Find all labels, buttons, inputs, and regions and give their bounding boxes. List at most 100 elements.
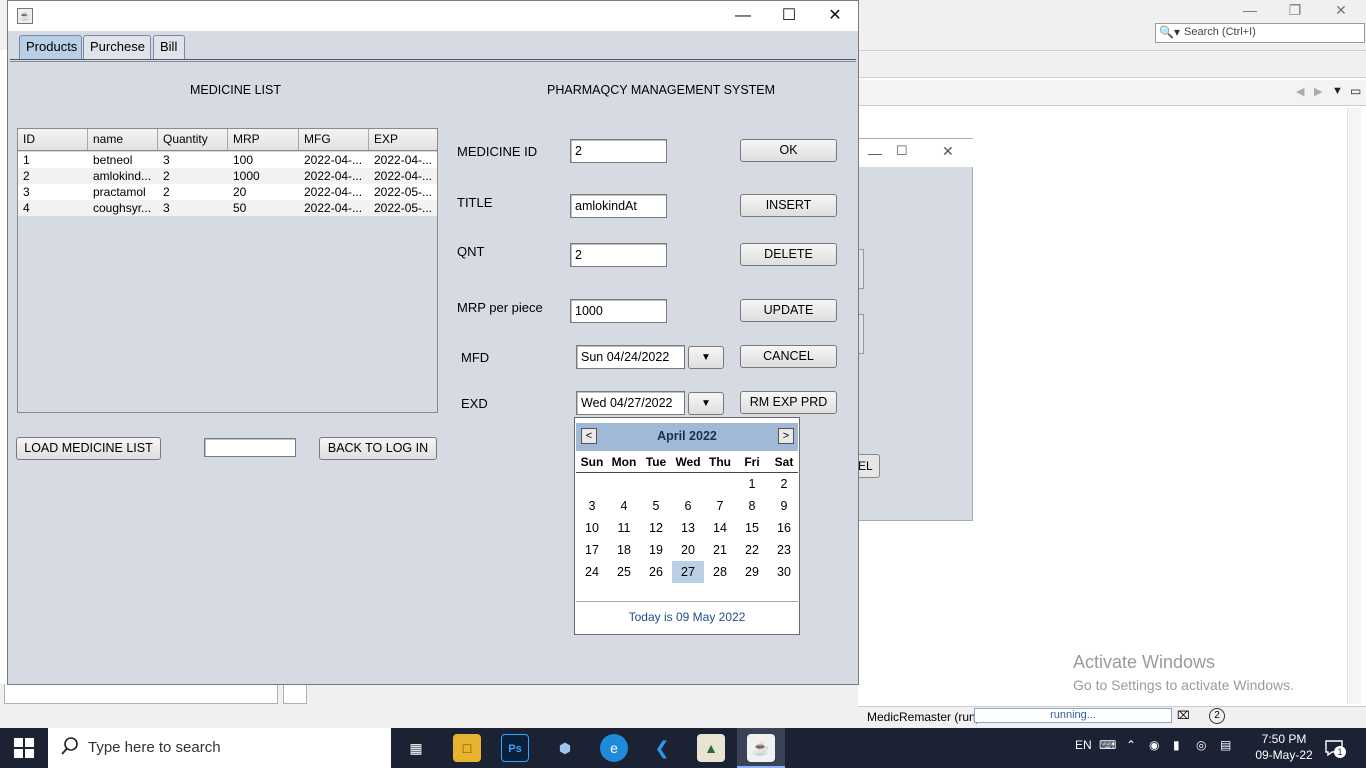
ide-minimize-button[interactable]: —: [1235, 2, 1265, 18]
calendar-day[interactable]: 16: [768, 517, 800, 539]
background-dialog-button[interactable]: EL: [858, 454, 880, 478]
window-minimize-button[interactable]: —: [720, 1, 766, 31]
calendar-day-selected[interactable]: 27: [672, 561, 704, 583]
tab-list-icon[interactable]: ▼: [1332, 85, 1343, 97]
calendar-day[interactable]: 30: [768, 561, 800, 583]
table-row[interactable]: 2 amlokind... 2 1000 2022-04-... 2022-04…: [18, 168, 437, 184]
window-close-button[interactable]: ✕: [812, 1, 858, 31]
calendar-day[interactable]: 29: [736, 561, 768, 583]
calendar-day[interactable]: 28: [704, 561, 736, 583]
calendar-day[interactable]: 10: [576, 517, 608, 539]
column-header-mrp[interactable]: MRP: [228, 129, 299, 150]
tab-products[interactable]: Products: [19, 35, 82, 59]
calendar-day[interactable]: 14: [704, 517, 736, 539]
calendar-day[interactable]: 18: [608, 539, 640, 561]
dialog-minimize-icon[interactable]: —: [868, 145, 882, 161]
calendar-day[interactable]: 24: [576, 561, 608, 583]
calendar-day[interactable]: 1: [736, 473, 768, 495]
calendar-day[interactable]: 15: [736, 517, 768, 539]
calendar-day[interactable]: 12: [640, 517, 672, 539]
calendar-day[interactable]: 17: [576, 539, 608, 561]
calendar-day[interactable]: 11: [608, 517, 640, 539]
delete-button[interactable]: DELETE: [740, 243, 837, 266]
today-button[interactable]: Today is 09 May 2022: [575, 610, 799, 624]
mrp-field[interactable]: 1000: [570, 299, 667, 323]
ide-search-input[interactable]: 🔍▾ Search (Ctrl+I): [1155, 23, 1365, 43]
table-row[interactable]: 4 coughsyr... 3 50 2022-04-... 2022-05-.…: [18, 200, 437, 216]
calendar-day[interactable]: 22: [736, 539, 768, 561]
ide-notifications-badge[interactable]: 2: [1209, 708, 1225, 724]
calendar-day[interactable]: 5: [640, 495, 672, 517]
calendar-day[interactable]: 20: [672, 539, 704, 561]
edge-browser-icon[interactable]: e: [600, 734, 628, 762]
calendar-day[interactable]: 7: [704, 495, 736, 517]
calendar-day[interactable]: 13: [672, 517, 704, 539]
exd-dropdown-button[interactable]: ▼: [688, 392, 724, 415]
tab-scroll-left-icon[interactable]: ◀: [1296, 85, 1304, 98]
windows-start-icon[interactable]: [14, 738, 34, 758]
volume-icon[interactable]: ▤: [1220, 738, 1231, 752]
calendar-day[interactable]: 9: [768, 495, 800, 517]
dialog-close-icon[interactable]: ✕: [942, 143, 954, 160]
battery-icon[interactable]: ▮: [1173, 738, 1180, 752]
photoshop-icon[interactable]: Ps: [501, 734, 529, 762]
remove-expired-products-button[interactable]: RM EXP PRD: [740, 391, 837, 414]
column-header-exp[interactable]: EXP: [369, 129, 437, 150]
calendar-day[interactable]: 26: [640, 561, 672, 583]
ok-button[interactable]: OK: [740, 139, 837, 162]
tab-purchese[interactable]: Purchese: [83, 35, 151, 59]
mfd-dropdown-button[interactable]: ▼: [688, 346, 724, 369]
next-month-button[interactable]: >: [778, 428, 794, 444]
file-explorer-icon[interactable]: □: [453, 734, 481, 762]
stop-task-icon[interactable]: ⌧: [1177, 709, 1190, 722]
calendar-day[interactable]: 3: [576, 495, 608, 517]
back-to-login-button[interactable]: BACK TO LOG IN: [319, 437, 437, 460]
photos-icon[interactable]: ▲: [697, 734, 725, 762]
table-row[interactable]: 3 practamol 2 20 2022-04-... 2022-05-...: [18, 184, 437, 200]
meet-now-icon[interactable]: ◉: [1149, 738, 1159, 752]
calendar-day[interactable]: 8: [736, 495, 768, 517]
cancel-button[interactable]: CANCEL: [740, 345, 837, 368]
3d-app-icon[interactable]: ⬢: [551, 734, 579, 762]
column-header-id[interactable]: ID: [18, 129, 88, 150]
task-view-icon[interactable]: ▦: [402, 734, 430, 762]
date-picker-popup[interactable]: < April 2022 > Sun Mon Tue Wed Thu Fri S…: [574, 417, 800, 635]
calendar-day[interactable]: 21: [704, 539, 736, 561]
load-medicine-list-button[interactable]: LOAD MEDICINE LIST: [16, 437, 161, 460]
calendar-day[interactable]: 25: [608, 561, 640, 583]
window-maximize-button[interactable]: ☐: [766, 1, 812, 31]
column-header-mfg[interactable]: MFG: [299, 129, 369, 150]
column-header-name[interactable]: name: [88, 129, 158, 150]
exd-date-field[interactable]: Wed 04/27/2022: [576, 391, 685, 415]
medicine-table[interactable]: ID name Quantity MRP MFG EXP 1 betneol 3…: [17, 128, 438, 413]
taskbar-clock[interactable]: 7:50 PM 09-May-22: [1245, 731, 1323, 763]
notification-center-icon[interactable]: 1: [1324, 738, 1346, 758]
calendar-day[interactable]: 4: [608, 495, 640, 517]
mfd-date-field[interactable]: Sun 04/24/2022: [576, 345, 685, 369]
taskbar-search-box[interactable]: Type here to search: [48, 728, 391, 768]
medicine-id-field[interactable]: 2: [570, 139, 667, 163]
calendar-day[interactable]: 23: [768, 539, 800, 561]
column-header-quantity[interactable]: Quantity: [158, 129, 228, 150]
bottom-text-field[interactable]: [204, 438, 296, 457]
calendar-day[interactable]: 6: [672, 495, 704, 517]
keyboard-icon[interactable]: ⌨: [1099, 738, 1116, 752]
ide-close-button[interactable]: ✕: [1326, 2, 1356, 19]
network-globe-icon[interactable]: ◎: [1196, 738, 1206, 752]
tab-bill[interactable]: Bill: [153, 35, 185, 59]
ide-vertical-scrollbar[interactable]: [1347, 108, 1361, 704]
vscode-icon[interactable]: ❮: [648, 734, 676, 762]
insert-button[interactable]: INSERT: [740, 194, 837, 217]
calendar-day[interactable]: 2: [768, 473, 800, 495]
update-button[interactable]: UPDATE: [740, 299, 837, 322]
ide-restore-button[interactable]: ❐: [1280, 2, 1310, 19]
qnt-field[interactable]: 2: [570, 243, 667, 267]
title-field[interactable]: amlokindAt: [570, 194, 667, 218]
tab-scroll-right-icon[interactable]: ▶: [1314, 85, 1322, 98]
language-indicator[interactable]: EN: [1075, 738, 1092, 752]
maximize-editor-icon[interactable]: ▭: [1350, 84, 1361, 98]
java-app-taskbar-button[interactable]: ☕: [737, 728, 785, 768]
table-row[interactable]: 1 betneol 3 100 2022-04-... 2022-04-...: [18, 152, 437, 168]
run-progress-bar[interactable]: running...: [974, 708, 1172, 723]
dialog-maximize-icon[interactable]: ☐: [896, 143, 908, 159]
